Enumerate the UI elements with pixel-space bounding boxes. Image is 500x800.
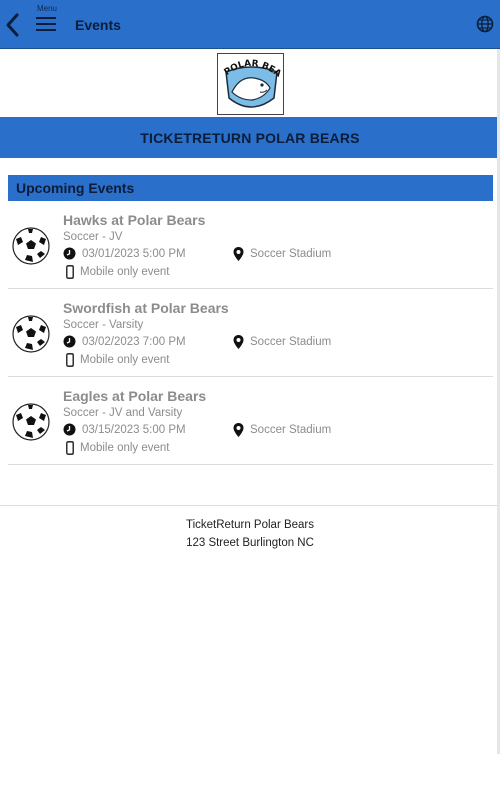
event-item[interactable]: Eagles at Polar Bears Soccer - JV and Va… <box>8 377 493 465</box>
footer-organization: TicketReturn Polar Bears <box>185 519 315 531</box>
back-button[interactable] <box>4 12 22 38</box>
event-datetime-text: 03/01/2023 5:00 PM <box>82 247 186 260</box>
event-venue: Soccer Stadium <box>233 423 331 437</box>
language-button[interactable] <box>476 15 494 33</box>
event-title: Eagles at Polar Bears <box>63 388 207 404</box>
menu-button[interactable]: Menu <box>33 4 61 44</box>
event-subtitle: Soccer - JV <box>63 231 123 243</box>
event-title: Hawks at Polar Bears <box>63 212 206 228</box>
footer-address: 123 Street Burlington NC <box>186 537 314 549</box>
organization-banner: TICKETRETURN POLAR BEARS <box>0 117 500 158</box>
chevron-left-icon <box>6 13 19 37</box>
event-venue-text: Soccer Stadium <box>250 336 332 348</box>
event-subtitle: Soccer - Varsity <box>63 319 144 331</box>
event-venue-text: Soccer Stadium <box>250 248 332 260</box>
mobile-phone-icon <box>66 441 74 455</box>
upcoming-events-header: Upcoming Events <box>8 175 493 201</box>
event-venue: Soccer Stadium <box>233 335 331 349</box>
team-logo: TR POLAR BEARS <box>217 53 284 115</box>
event-subtitle: Soccer - JV and Varsity <box>63 407 183 419</box>
hamburger-icon <box>36 17 56 31</box>
globe-icon <box>476 15 494 33</box>
event-title: Swordfish at Polar Bears <box>63 300 229 316</box>
soccer-ball-icon <box>12 227 50 265</box>
soccer-ball-icon <box>12 315 50 353</box>
page-title: Events <box>75 17 121 33</box>
event-datetime-text: 03/15/2023 5:00 PM <box>82 423 186 436</box>
event-venue: Soccer Stadium <box>233 247 331 261</box>
map-pin-icon <box>233 247 244 261</box>
map-pin-icon <box>233 335 244 349</box>
event-venue-text: Soccer Stadium <box>250 424 332 436</box>
footer: TicketReturn Polar Bears 123 Street Burl… <box>0 516 500 552</box>
section-title: Upcoming Events <box>16 180 135 196</box>
clock-icon <box>63 423 76 436</box>
event-mobile-note: Mobile only event <box>66 441 170 455</box>
event-datetime: 03/01/2023 5:00 PM <box>63 247 186 260</box>
map-pin-icon <box>233 423 244 437</box>
event-datetime: 03/02/2023 7:00 PM <box>63 335 186 348</box>
top-app-bar: Menu Events <box>0 0 500 49</box>
event-mobile-note: Mobile only event <box>66 265 170 279</box>
event-mobile-text: Mobile only event <box>80 354 170 366</box>
event-item[interactable]: Hawks at Polar Bears Soccer - JV 03/01/2… <box>8 201 493 289</box>
organization-name: TICKETRETURN POLAR BEARS <box>140 129 360 146</box>
footer-divider <box>0 505 500 506</box>
event-datetime-text: 03/02/2023 7:00 PM <box>82 335 186 348</box>
clock-icon <box>63 247 76 260</box>
event-datetime: 03/15/2023 5:00 PM <box>63 423 186 436</box>
event-mobile-text: Mobile only event <box>80 266 170 278</box>
mobile-phone-icon <box>66 265 74 279</box>
event-mobile-note: Mobile only event <box>66 353 170 367</box>
event-mobile-text: Mobile only event <box>80 442 170 454</box>
mobile-phone-icon <box>66 353 74 367</box>
clock-icon <box>63 335 76 348</box>
soccer-ball-icon <box>12 403 50 441</box>
app-screen: Menu Events POLAR BEA TICKETRETURN POLAR… <box>0 0 500 800</box>
event-item[interactable]: Swordfish at Polar Bears Soccer - Varsit… <box>8 289 493 377</box>
menu-label: Menu <box>36 4 57 13</box>
